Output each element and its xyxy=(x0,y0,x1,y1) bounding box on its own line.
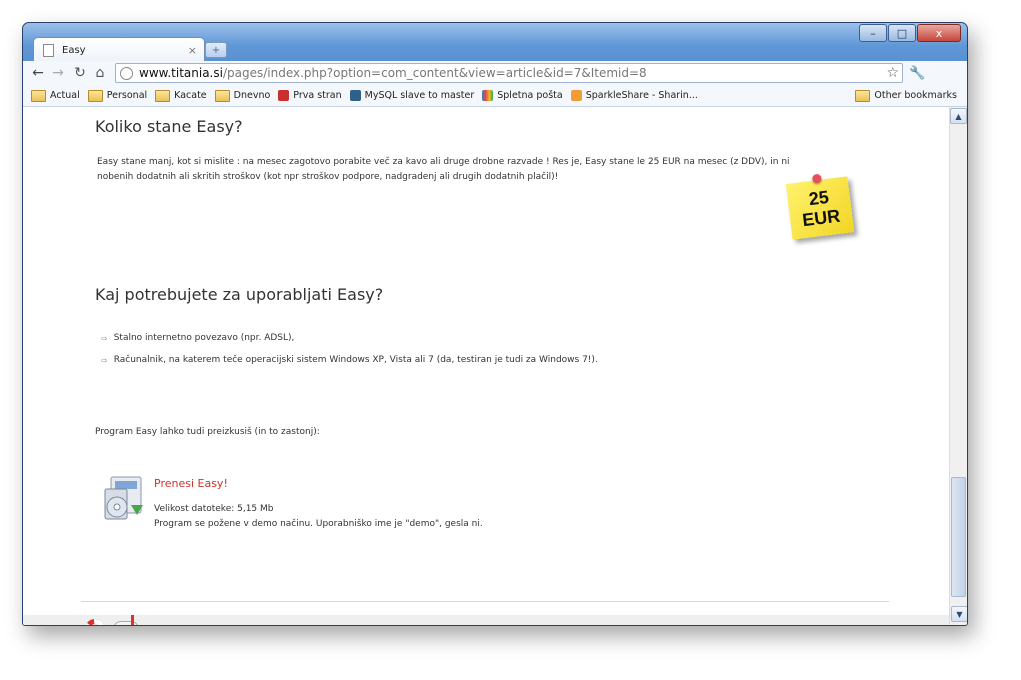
page-content: Koliko stane Easy? Easy stane manj, kot … xyxy=(23,107,950,625)
section-title-cost: Koliko stane Easy? xyxy=(95,117,243,136)
window-controls: – □ x xyxy=(859,24,961,42)
page-footer xyxy=(23,615,950,625)
bookmark-personal[interactable]: Personal xyxy=(87,89,148,102)
download-link[interactable]: Prenesi Easy! xyxy=(154,477,228,490)
wrench-icon[interactable]: 🔧 xyxy=(909,66,925,81)
folder-icon xyxy=(87,89,103,102)
bookmark-label: Dnevno xyxy=(233,90,271,101)
bookmark-label: Prva stran xyxy=(293,90,342,101)
pin-icon xyxy=(811,173,822,184)
sparkle-icon xyxy=(570,90,582,101)
folder-icon xyxy=(855,89,871,102)
mysql-icon xyxy=(349,90,361,101)
bookmark-spletna-posta[interactable]: Spletna pošta xyxy=(482,90,563,101)
browser-tab[interactable]: Easy × xyxy=(33,37,205,62)
list-item: ⇨ Stalno internetno povezavo (npr. ADSL), xyxy=(101,327,598,349)
bookmark-sparkleshare[interactable]: SparkleShare - Sharin... xyxy=(570,90,698,101)
requirement-text: Stalno internetno povezavo (npr. ADSL), xyxy=(113,333,295,343)
list-item: ⇨ Računalnik, na katerem teče operacijski… xyxy=(101,349,598,371)
file-size-text: Velikost datoteke: 5,15 Mb xyxy=(154,504,274,514)
browser-window: – □ x Easy × + ← → ↻ ⌂ www.titania.si/pa… xyxy=(22,22,968,626)
arrow-bullet-icon: ⇨ xyxy=(101,355,108,365)
home-icon[interactable]: ⌂ xyxy=(91,64,109,82)
divider xyxy=(81,601,889,602)
mailbox-flag-icon xyxy=(131,615,134,625)
requirement-text: Računalnik, na katerem teče operacijski … xyxy=(113,355,598,365)
bookmark-actual[interactable]: Actual xyxy=(31,89,80,102)
folder-icon xyxy=(214,89,230,102)
installer-icon[interactable] xyxy=(101,475,147,523)
bookmark-prva-stran[interactable]: Prva stran xyxy=(278,90,342,101)
bookmark-dnevno[interactable]: Dnevno xyxy=(214,89,271,102)
bookmark-label: Kacate xyxy=(174,90,207,101)
bookmarks-bar: Actual Personal Kacate Dnevno Prva stran… xyxy=(23,85,967,107)
reload-icon[interactable]: ↻ xyxy=(71,64,89,82)
forward-arrow-icon[interactable]: → xyxy=(49,64,67,82)
maximize-button[interactable]: □ xyxy=(888,24,916,42)
tab-close-icon[interactable]: × xyxy=(188,44,197,57)
bookmark-label: Other bookmarks xyxy=(874,90,957,101)
bookmark-label: Actual xyxy=(50,90,80,101)
demo-note-text: Program se požene v demo načinu. Uporabn… xyxy=(154,519,483,529)
sticky-currency: EUR xyxy=(801,205,842,231)
title-bar: – □ x Easy × + xyxy=(23,23,967,62)
google-icon xyxy=(482,90,494,101)
navigation-toolbar: ← → ↻ ⌂ www.titania.si/pages/index.php?o… xyxy=(23,61,967,85)
bookmark-star-icon[interactable]: ☆ xyxy=(886,65,899,81)
new-tab-button[interactable]: + xyxy=(205,42,227,58)
url-host: www.titania.si xyxy=(139,66,223,80)
tab-title: Easy xyxy=(62,44,86,56)
bookmark-label: Spletna pošta xyxy=(497,90,563,101)
sticky-price: 25 xyxy=(807,186,830,210)
bookmark-label: MySQL slave to master xyxy=(364,90,475,101)
address-bar[interactable]: www.titania.si/pages/index.php?option=co… xyxy=(115,63,903,83)
bookmark-label: Personal xyxy=(106,90,148,101)
url-path: /pages/index.php?option=com_content&view… xyxy=(222,66,647,80)
requirements-list: ⇨ Stalno internetno povezavo (npr. ADSL),… xyxy=(101,327,598,371)
other-bookmarks[interactable]: Other bookmarks xyxy=(855,89,957,102)
back-arrow-icon[interactable]: ← xyxy=(29,64,47,82)
folder-icon xyxy=(155,89,171,102)
arrow-bullet-icon: ⇨ xyxy=(101,333,108,343)
price-sticky-note: 25 EUR xyxy=(785,173,855,240)
red-tag-icon xyxy=(278,90,290,101)
scroll-down-icon[interactable]: ▼ xyxy=(951,606,967,622)
try-text: Program Easy lahko tudi preizkusiš (in t… xyxy=(95,427,320,437)
page-icon xyxy=(43,43,54,57)
mailbox-icon[interactable] xyxy=(113,621,139,625)
bookmark-kacate[interactable]: Kacate xyxy=(155,89,207,102)
globe-icon xyxy=(120,66,133,80)
bookmark-mysql[interactable]: MySQL slave to master xyxy=(349,90,475,101)
scroll-thumb[interactable] xyxy=(951,477,966,597)
cost-paragraph: Easy stane manj, kot si mislite : na mes… xyxy=(97,157,790,182)
folder-icon xyxy=(31,89,46,102)
section-title-requirements: Kaj potrebujete za uporabljati Easy? xyxy=(95,285,384,304)
vertical-scrollbar[interactable]: ▲ ▼ xyxy=(949,107,967,625)
minimize-button[interactable]: – xyxy=(859,24,887,42)
bookmark-label: SparkleShare - Sharin... xyxy=(585,90,698,101)
scroll-up-icon[interactable]: ▲ xyxy=(950,108,967,124)
close-window-button[interactable]: x xyxy=(917,24,961,42)
